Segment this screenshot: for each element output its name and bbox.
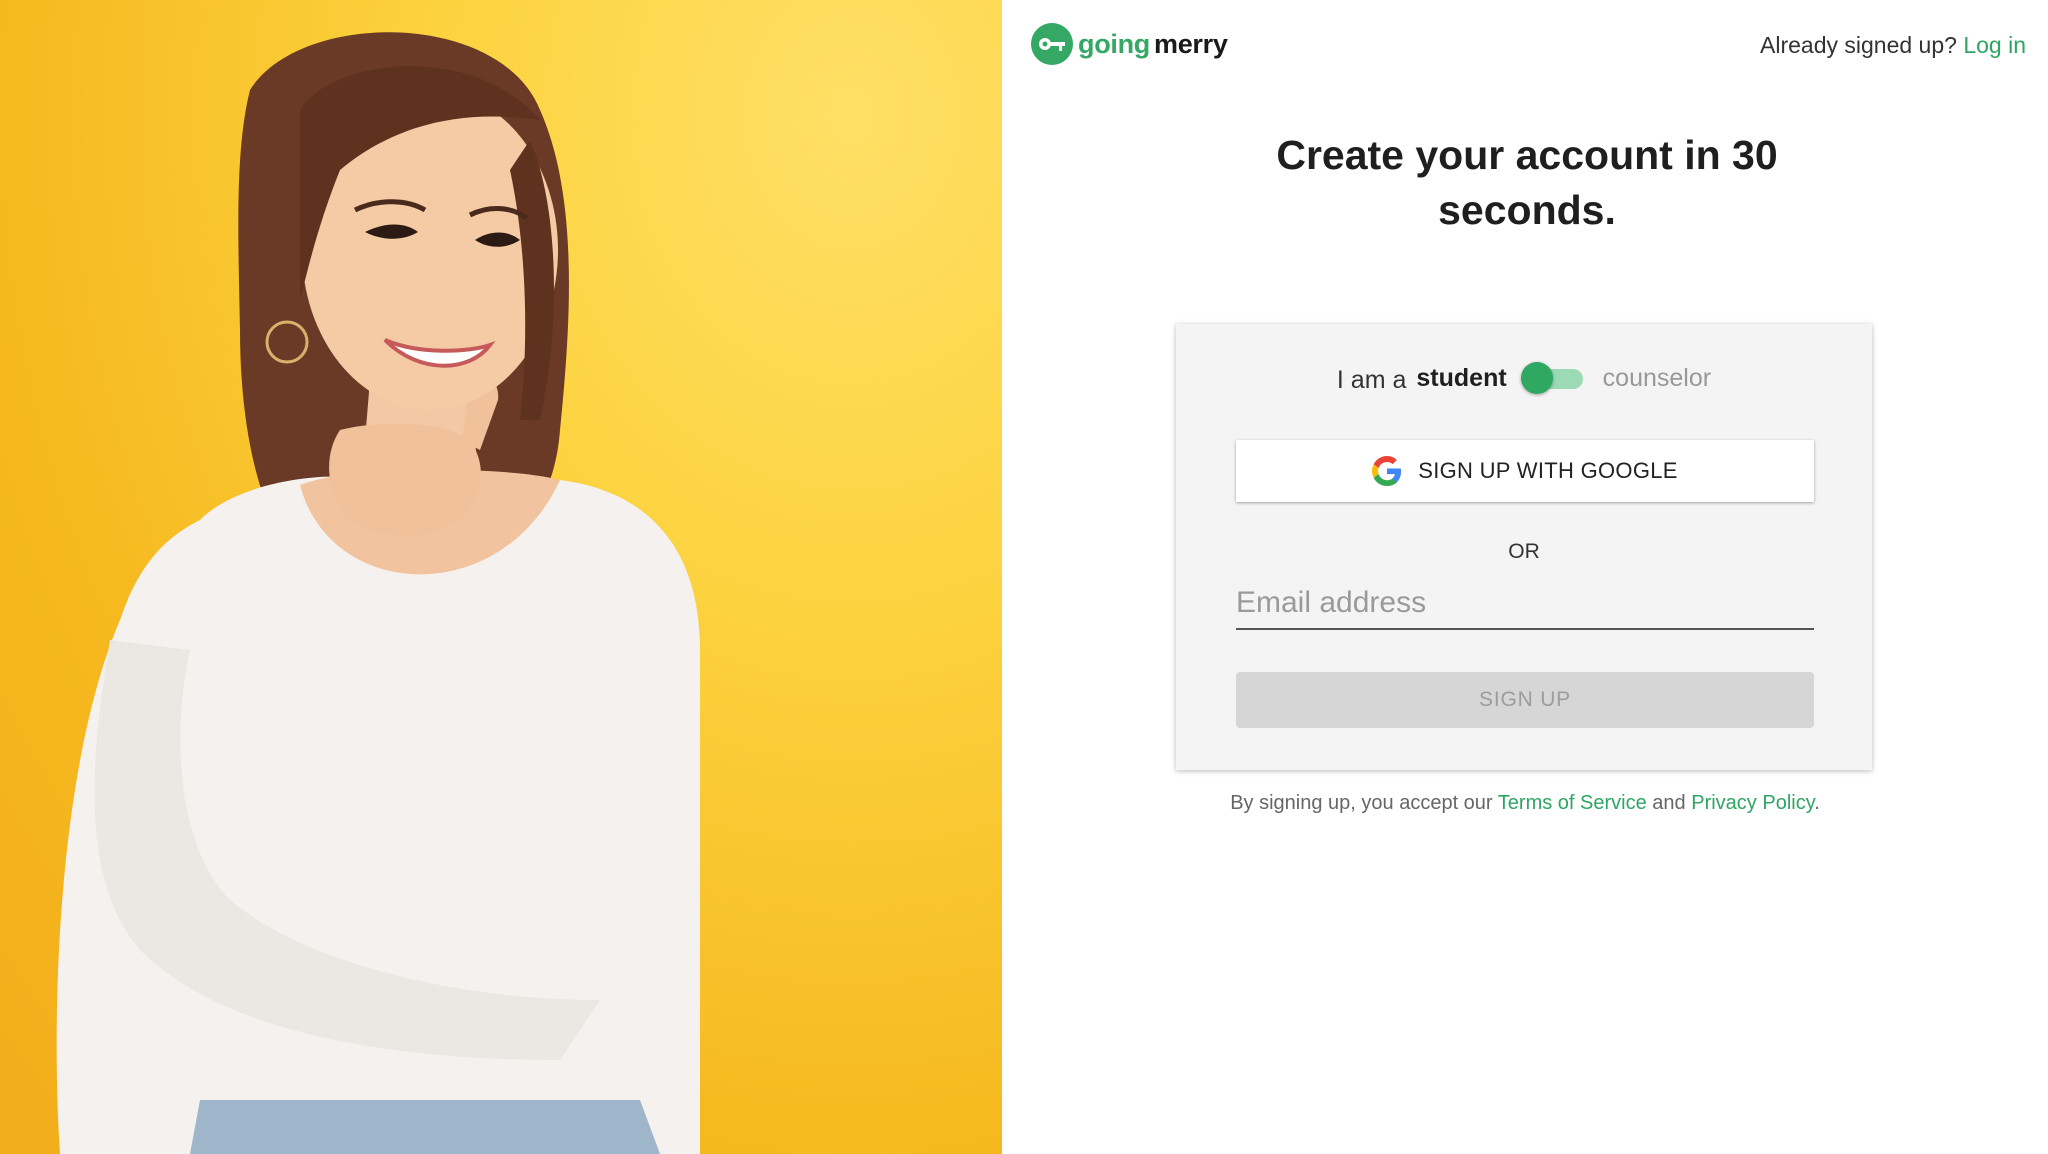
role-toggle-switch[interactable] — [1520, 360, 1585, 396]
google-signup-button[interactable]: SIGN UP WITH GOOGLE — [1236, 440, 1814, 502]
email-field[interactable] — [1236, 578, 1814, 630]
role-option-student[interactable]: student — [1416, 364, 1506, 393]
role-prefix-label: I am a — [1336, 365, 1407, 394]
google-signup-label: SIGN UP WITH GOOGLE — [1418, 458, 1678, 483]
terms-of-service-link[interactable]: Terms of Service — [1498, 792, 1647, 814]
brand-name-going: going — [1078, 28, 1150, 59]
going-merry-logo-icon — [1031, 23, 1073, 65]
legal-suffix: . — [1814, 792, 1820, 814]
brand-logo[interactable]: going merry — [1030, 22, 1228, 66]
already-signed-up: Already signed up? Log in — [1760, 32, 2026, 59]
page-title: Create your account in 30 seconds. — [1276, 132, 1778, 233]
hero-photo-illustration — [56, 32, 701, 1154]
google-g-icon — [1372, 456, 1402, 486]
role-selector: I am a student counselor — [1176, 360, 1872, 396]
role-option-counselor[interactable]: counselor — [1603, 364, 1711, 393]
toggle-thumb — [1520, 362, 1553, 394]
legal-prefix: By signing up, you accept our — [1230, 792, 1493, 814]
signup-button[interactable]: SIGN UP — [1236, 672, 1814, 728]
or-divider: OR — [1508, 540, 1540, 563]
signup-button-label: SIGN UP — [1479, 688, 1571, 711]
signup-panel: going merry Already signed up? Log in Cr… — [1002, 0, 2048, 1154]
hero-photo — [0, 0, 1002, 1154]
login-link[interactable]: Log in — [1963, 32, 2026, 58]
signup-card: I am a student counselor SIGN UP WITH GO… — [1176, 324, 1872, 770]
legal-conjunction: and — [1652, 792, 1686, 814]
legal-notice: By signing up, you accept our Terms of S… — [1002, 792, 2048, 815]
privacy-policy-link[interactable]: Privacy Policy — [1691, 792, 1814, 814]
already-signed-up-text: Already signed up? — [1760, 32, 1957, 58]
brand-name-merry: merry — [1153, 28, 1228, 59]
